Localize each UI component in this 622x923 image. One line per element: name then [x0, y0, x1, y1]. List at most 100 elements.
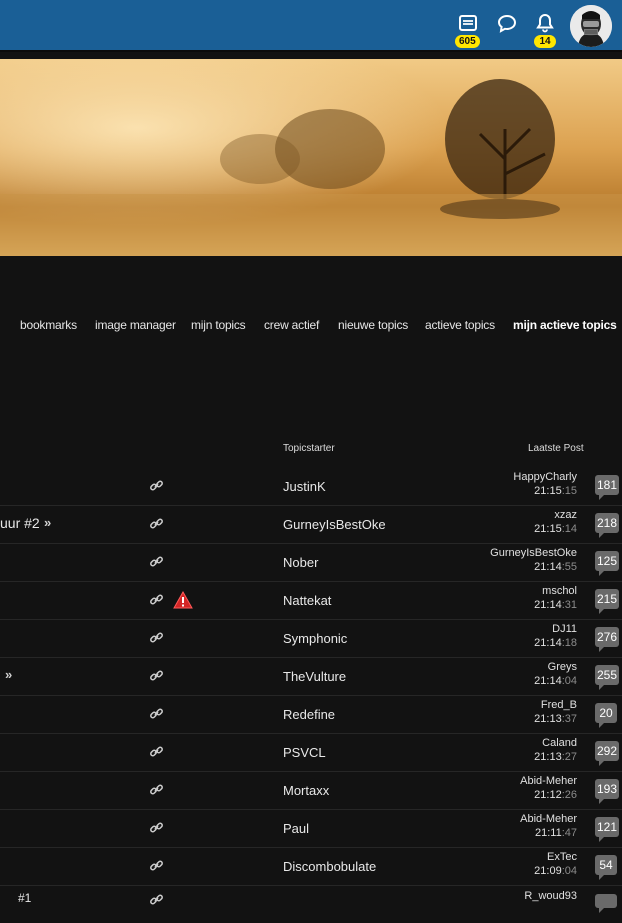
link-icon[interactable] [149, 858, 164, 873]
chevron-right-icon[interactable]: » [44, 515, 51, 530]
table-row[interactable]: Symphonic DJ11 21:14:18 276 [0, 619, 622, 658]
last-post-user[interactable]: Abid-Meher [520, 813, 577, 825]
warning-icon [173, 590, 193, 609]
link-icon[interactable] [149, 630, 164, 645]
last-post-time[interactable]: 21:11:47 [535, 827, 577, 839]
reply-count-badge[interactable]: 215 [595, 589, 620, 614]
last-post-time[interactable]: 21:09:04 [534, 865, 577, 877]
topic-starter[interactable]: JustinK [283, 479, 326, 494]
reply-count-badge[interactable]: 218 [595, 513, 620, 538]
reply-count-badge[interactable]: 193 [595, 779, 620, 804]
last-post-user[interactable]: Greys [548, 661, 577, 673]
topic-nav: bookmarks image manager mijn topics crew… [0, 318, 622, 336]
topic-title[interactable]: uur #2 [0, 515, 40, 531]
column-header-laatste-post[interactable]: Laatste Post [528, 443, 584, 454]
time-seconds: :27 [561, 751, 577, 763]
link-icon[interactable] [149, 744, 164, 759]
table-row[interactable]: JustinK HappyCharly 21:15:15 181 [0, 467, 622, 506]
table-row[interactable]: Mortaxx Abid-Meher 21:12:26 193 [0, 771, 622, 810]
reply-count-badge[interactable]: 292 [595, 741, 620, 766]
table-row[interactable]: #1 R_woud93 [0, 885, 622, 923]
table-row[interactable]: Paul Abid-Meher 21:11:47 121 [0, 809, 622, 848]
topic-starter[interactable]: Symphonic [283, 631, 347, 646]
table-row[interactable]: » TheVulture Greys 21:14:04 255 [0, 657, 622, 696]
last-post-time[interactable]: 21:14:55 [534, 561, 577, 573]
chat-icon[interactable] [496, 12, 518, 34]
nav-crew-actief[interactable]: crew actief [264, 318, 319, 332]
last-post-time[interactable]: 21:14:04 [534, 675, 577, 687]
last-post-time[interactable]: 21:12:26 [534, 789, 577, 801]
time-hm: 21:09 [534, 865, 562, 877]
bell-icon[interactable] [534, 12, 556, 34]
reply-count-badge[interactable] [595, 894, 617, 913]
last-post-user[interactable]: ExTec [547, 851, 577, 863]
column-header-topicstarter[interactable]: Topicstarter [283, 443, 335, 454]
last-post-user[interactable]: mschol [542, 585, 577, 597]
table-row[interactable]: Nober GurneyIsBestOke 21:14:55 125 [0, 543, 622, 582]
last-post-user[interactable]: GurneyIsBestOke [490, 547, 577, 559]
topic-starter[interactable]: Paul [283, 821, 309, 836]
topic-starter[interactable]: PSVCL [283, 745, 326, 760]
nav-mijn-topics[interactable]: mijn topics [191, 318, 246, 332]
link-icon[interactable] [149, 668, 164, 683]
time-seconds: :15 [561, 485, 577, 497]
last-post-time[interactable]: 21:14:31 [534, 599, 577, 611]
topic-starter[interactable]: Nober [283, 555, 318, 570]
last-post-user[interactable]: Caland [542, 737, 577, 749]
last-post-time[interactable]: 21:15:14 [534, 523, 577, 535]
link-icon[interactable] [149, 554, 164, 569]
reply-count-badge[interactable]: 121 [595, 817, 620, 842]
time-seconds: :04 [561, 675, 577, 687]
reply-count-badge[interactable]: 276 [595, 627, 620, 652]
last-post-time[interactable]: 21:13:27 [534, 751, 577, 763]
time-hm: 21:13 [534, 751, 562, 763]
last-post-user[interactable]: DJ11 [552, 623, 577, 635]
topic-starter[interactable]: Discombobulate [283, 859, 376, 874]
topic-starter[interactable]: TheVulture [283, 669, 346, 684]
link-icon[interactable] [149, 478, 164, 493]
topic-starter[interactable]: Mortaxx [283, 783, 329, 798]
table-row[interactable]: Redefine Fred_B 21:13:37 20 [0, 695, 622, 734]
link-icon[interactable] [149, 820, 164, 835]
nav-nieuwe-topics[interactable]: nieuwe topics [338, 318, 408, 332]
reply-count-badge[interactable]: 181 [595, 475, 620, 500]
last-post-user[interactable]: R_woud93 [524, 890, 577, 902]
table-row[interactable]: Discombobulate ExTec 21:09:04 54 [0, 847, 622, 886]
last-post-time[interactable]: 21:14:18 [534, 637, 577, 649]
table-row[interactable]: Nattekat mschol 21:14:31 215 [0, 581, 622, 620]
inbox-icon[interactable] [457, 12, 479, 34]
link-icon[interactable] [149, 592, 164, 607]
topic-starter[interactable]: Redefine [283, 707, 335, 722]
top-bar: 605 14 [0, 0, 622, 52]
time-hm: 21:14 [534, 637, 562, 649]
nav-actieve-topics[interactable]: actieve topics [425, 318, 495, 332]
link-icon[interactable] [149, 516, 164, 531]
nav-image-manager[interactable]: image manager [95, 318, 176, 332]
last-post-user[interactable]: HappyCharly [513, 471, 577, 483]
link-icon[interactable] [149, 892, 164, 907]
topic-starter[interactable]: Nattekat [283, 593, 331, 608]
last-post-time[interactable]: 21:15:15 [534, 485, 577, 497]
chevron-right-icon[interactable]: » [5, 667, 12, 682]
reply-count-badge[interactable]: 255 [595, 665, 620, 690]
reply-count-badge[interactable]: 54 [595, 855, 617, 880]
time-hm: 21:12 [534, 789, 562, 801]
nav-mijn-actieve-topics[interactable]: mijn actieve topics [513, 318, 617, 332]
reply-count-badge[interactable]: 125 [595, 551, 620, 576]
last-post-user[interactable]: Abid-Meher [520, 775, 577, 787]
last-post-user[interactable]: xzaz [554, 509, 577, 521]
last-post-user[interactable]: Fred_B [541, 699, 577, 711]
topic-starter[interactable]: GurneyIsBestOke [283, 517, 386, 532]
avatar[interactable] [570, 5, 612, 47]
table-row[interactable]: PSVCL Caland 21:13:27 292 [0, 733, 622, 772]
topic-title[interactable]: #1 [18, 891, 31, 905]
link-icon[interactable] [149, 782, 164, 797]
link-icon[interactable] [149, 706, 164, 721]
table-row[interactable]: uur #2 » GurneyIsBestOke xzaz 21:15:14 2… [0, 505, 622, 544]
time-seconds: :04 [561, 865, 577, 877]
notifications-badge: 14 [534, 35, 556, 48]
reply-count-badge[interactable]: 20 [595, 703, 617, 728]
nav-bookmarks[interactable]: bookmarks [20, 318, 77, 332]
time-hm: 21:15 [534, 485, 562, 497]
last-post-time[interactable]: 21:13:37 [534, 713, 577, 725]
